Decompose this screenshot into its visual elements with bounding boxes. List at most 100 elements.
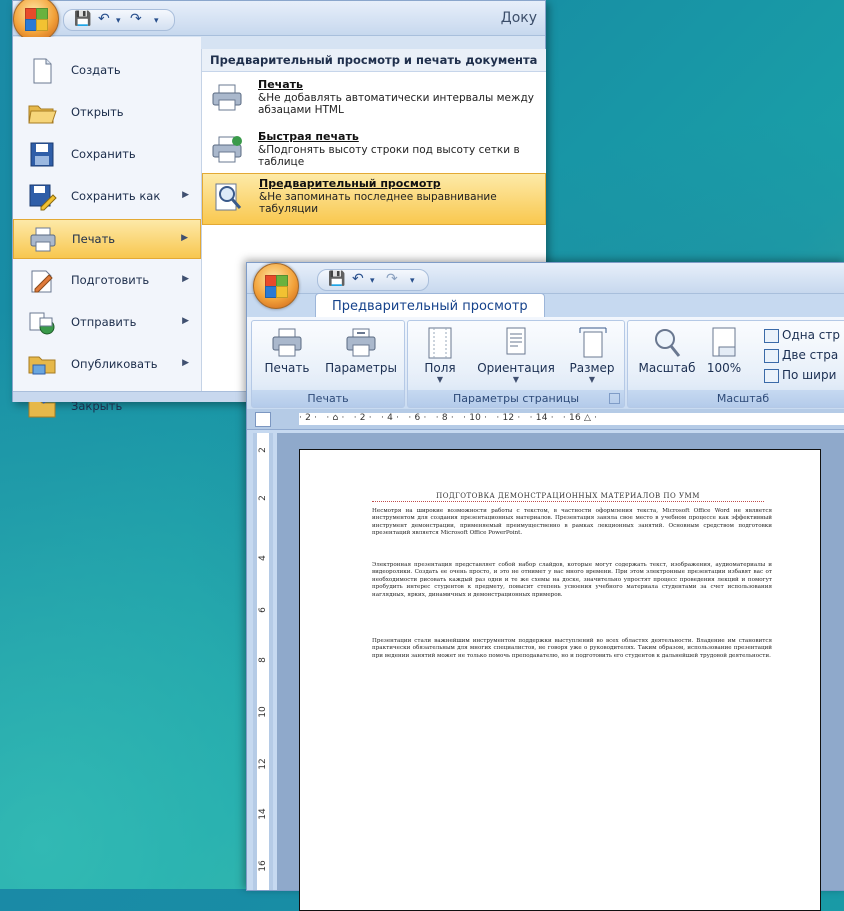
print-options-icon xyxy=(346,328,376,357)
menu-item-open[interactable]: Открыть xyxy=(13,93,201,133)
submenu-arrow-icon: ▶ xyxy=(181,233,188,243)
menu-item-print[interactable]: Печать ▶ xyxy=(13,219,201,259)
menu-item-save[interactable]: Сохранить xyxy=(13,135,201,175)
button-label: Печать xyxy=(264,361,310,375)
customize-qat-icon[interactable]: ▾ xyxy=(154,13,159,29)
print-preview-window: 💾 ↶ ▾ ↷ ▾ Предварительный просмотр Печат… xyxy=(246,262,844,911)
submenu-arrow-icon: ▶ xyxy=(182,274,189,284)
print-button[interactable]: Печать xyxy=(254,327,320,389)
redo-icon[interactable]: ↷ xyxy=(130,11,142,27)
menu-item-label: Сохранить xyxy=(71,147,136,161)
submenu-item-desc: &Не запоминать последнее выравнивание та… xyxy=(259,191,497,215)
menu-item-new[interactable]: Создать xyxy=(13,51,201,91)
document-paragraph: Электронная презентация представляет соб… xyxy=(372,562,772,598)
button-label: 100% xyxy=(706,361,742,375)
submenu-item-title: Предварительный просмотр xyxy=(259,177,441,190)
ruler-number: 2 xyxy=(258,447,268,453)
menu-item-prepare[interactable]: Подготовить ▶ xyxy=(13,261,201,301)
vertical-ruler[interactable]: 2 2 4 6 8 10 12 14 16 xyxy=(253,433,273,890)
page-setup-dialog-launcher-icon[interactable] xyxy=(609,393,620,404)
button-label: Две стра xyxy=(782,348,839,362)
group-label: Печать xyxy=(252,390,404,407)
document-paragraph: Презентации стали важнейшим инструментом… xyxy=(372,638,772,659)
tab-print-preview[interactable]: Предварительный просмотр xyxy=(315,293,545,320)
print-options-button[interactable]: Параметры xyxy=(322,327,400,389)
group-label: Параметры страницы xyxy=(408,390,624,407)
menu-item-save-as[interactable]: Сохранить как ▶ xyxy=(13,177,201,217)
save-icon[interactable]: 💾 xyxy=(74,11,91,27)
button-label: Масштаб xyxy=(638,361,696,375)
magnifier-icon xyxy=(655,329,681,357)
submenu-arrow-icon: ▶ xyxy=(182,358,189,368)
page-width-icon xyxy=(764,369,779,383)
ribbon: Печать Параметры Печать Поля ▼ Ориентаци… xyxy=(247,317,844,410)
print-preview-icon xyxy=(215,183,242,211)
printer-icon xyxy=(212,84,242,111)
undo-dropdown-icon[interactable]: ▾ xyxy=(116,13,121,29)
submenu-arrow-icon: ▶ xyxy=(182,190,189,200)
group-print: Печать Параметры Печать xyxy=(251,320,405,408)
preview-area[interactable]: ПОДГОТОВКА ДЕМОНСТРАЦИОННЫХ МАТЕРИАЛОВ П… xyxy=(277,433,844,911)
open-folder-icon xyxy=(28,105,57,124)
menu-item-label: Сохранить как xyxy=(71,189,161,203)
dropdown-arrow-icon: ▼ xyxy=(588,375,596,384)
one-page-icon xyxy=(764,329,779,343)
quick-print-icon xyxy=(212,136,242,163)
margins-button[interactable]: Поля ▼ xyxy=(414,327,466,389)
button-label: Одна стр xyxy=(782,328,840,342)
ruler-number: 14 xyxy=(258,808,268,820)
zoom-button[interactable]: Масштаб xyxy=(632,327,702,389)
quick-access-toolbar: 💾 ↶ ▾ ↷ ▾ xyxy=(63,9,175,31)
office-logo-icon xyxy=(25,8,48,31)
button-label: Ориентация xyxy=(477,361,555,375)
ribbon-tabs: Предварительный просмотр xyxy=(247,285,844,320)
office-menu-list: Создать Открыть Сохранить Сохранить как … xyxy=(13,37,201,418)
ruler-number: 6 xyxy=(258,607,268,613)
menu-item-label: Опубликовать xyxy=(71,357,158,371)
tab-selector-icon[interactable] xyxy=(255,412,271,427)
ruler-labels: · 2 · · ⌂ · · 2 · · 4 · · 6 · · 8 · · 10… xyxy=(299,413,598,423)
submenu-item-title: Быстрая печать xyxy=(258,130,359,143)
submenu-item-print-preview[interactable]: Предварительный просмотр &Не запоминать … xyxy=(202,173,546,225)
horizontal-ruler[interactable]: · 2 · · ⌂ · · 2 · · 4 · · 6 · · 8 · · 10… xyxy=(247,409,844,430)
document-title: ПОДГОТОВКА ДЕМОНСТРАЦИОННЫХ МАТЕРИАЛОВ П… xyxy=(372,492,764,502)
menu-item-label: Подготовить xyxy=(71,273,150,287)
menu-item-publish[interactable]: Опубликовать ▶ xyxy=(13,345,201,385)
submenu-item-desc: &Не добавлять автоматически интервалы ме… xyxy=(258,92,534,116)
zoom-100-button[interactable]: 100% xyxy=(702,327,746,389)
submenu-arrow-icon: ▶ xyxy=(182,316,189,326)
orientation-button[interactable]: Ориентация ▼ xyxy=(470,327,562,389)
title-bar: 💾 ↶ ▾ ↷ ▾ Доку xyxy=(13,1,545,36)
ruler-number: 2 xyxy=(258,495,268,501)
document-page[interactable]: ПОДГОТОВКА ДЕМОНСТРАЦИОННЫХ МАТЕРИАЛОВ П… xyxy=(299,449,821,911)
dropdown-arrow-icon: ▼ xyxy=(512,375,520,384)
ruler-number: 8 xyxy=(258,657,268,663)
button-label: По шири xyxy=(782,368,837,382)
size-button[interactable]: Размер ▼ xyxy=(564,327,620,389)
menu-item-label: Отправить xyxy=(71,315,137,329)
publish-icon xyxy=(28,356,56,375)
menu-item-label: Печать xyxy=(72,232,116,246)
submenu-item-print[interactable]: Печать &Не добавлять автоматически интер… xyxy=(202,75,546,127)
dropdown-arrow-icon: ▼ xyxy=(436,375,444,384)
printer-icon xyxy=(272,328,302,357)
submenu-header: Предварительный просмотр и печать докуме… xyxy=(202,49,546,72)
orientation-icon xyxy=(506,327,526,355)
page-size-icon xyxy=(579,327,607,358)
zoom-100-icon xyxy=(712,327,736,357)
menu-item-label: Открыть xyxy=(71,105,124,119)
button-label: Параметры xyxy=(325,361,397,375)
submenu-item-quick-print[interactable]: Быстрая печать &Подгонять высоту строки … xyxy=(202,127,546,179)
submenu-item-title: Печать xyxy=(258,78,303,91)
margins-icon xyxy=(428,327,452,359)
save-disk-icon xyxy=(30,142,54,167)
group-page-setup: Поля ▼ Ориентация ▼ Размер ▼ Параметры с… xyxy=(407,320,625,408)
group-label: Масштаб xyxy=(628,390,844,407)
menu-item-label: Создать xyxy=(71,63,121,77)
undo-icon[interactable]: ↶ xyxy=(98,11,110,27)
menu-item-send[interactable]: Отправить ▶ xyxy=(13,303,201,343)
two-pages-icon xyxy=(764,349,779,363)
send-icon xyxy=(29,312,55,335)
button-label: Размер xyxy=(569,361,615,375)
ruler-number: 12 xyxy=(258,758,268,770)
